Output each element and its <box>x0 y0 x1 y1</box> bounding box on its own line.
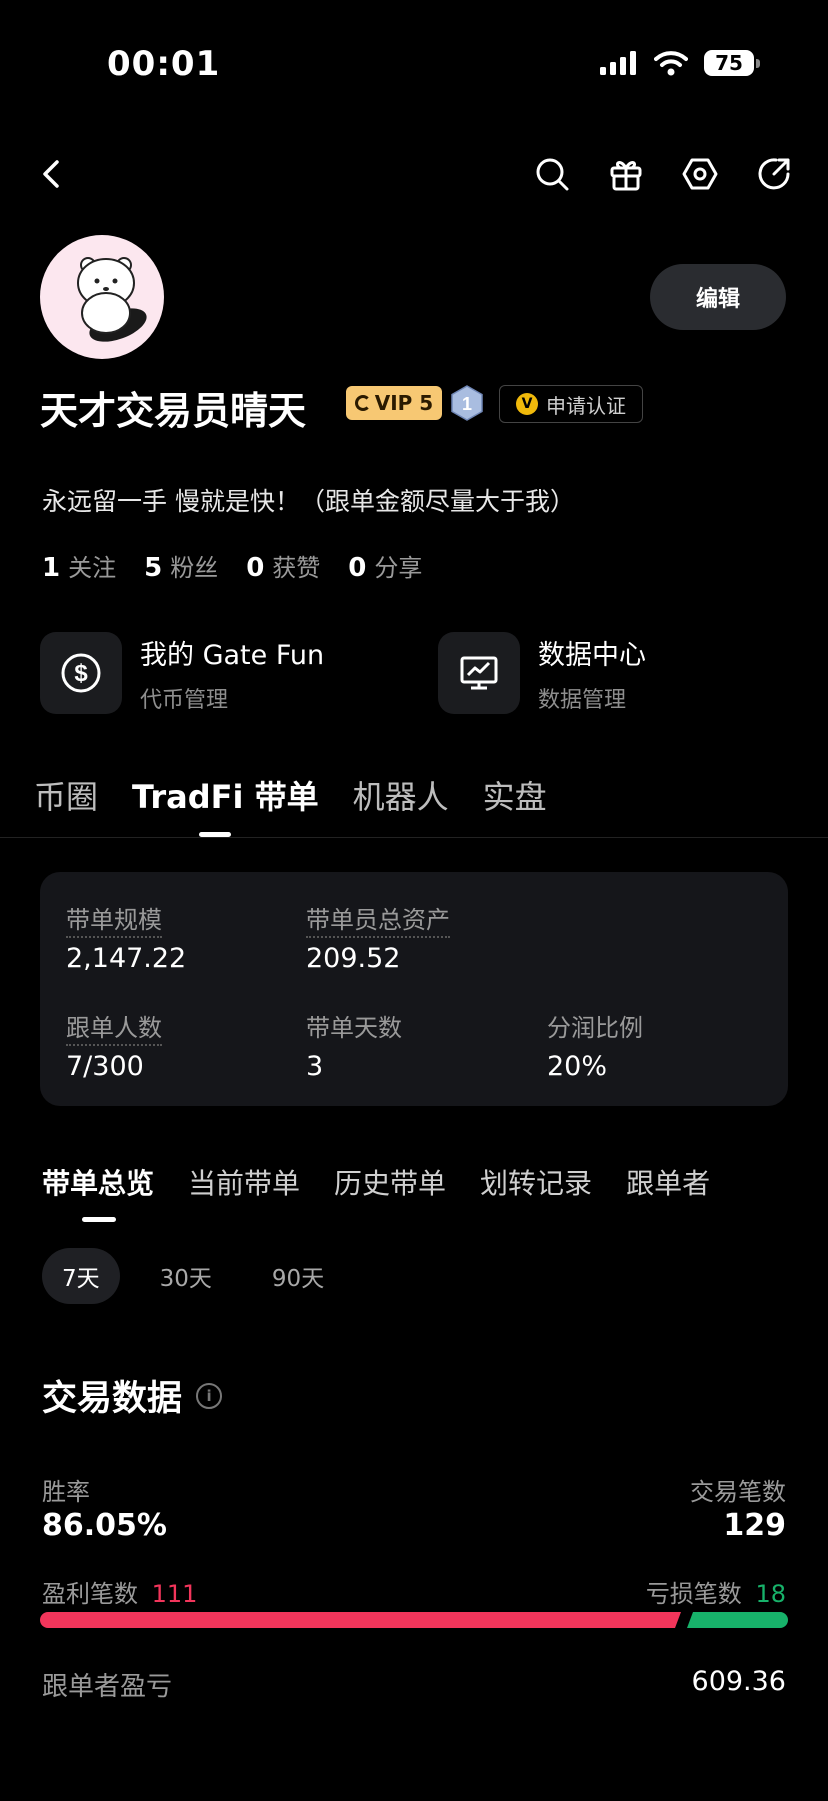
loss-trades-value: 18 <box>755 1580 786 1608</box>
avatar[interactable] <box>40 235 164 359</box>
metric-assets: 带单员总资产 209.52 <box>306 900 450 974</box>
signal-icon <box>600 51 636 75</box>
range-30d[interactable]: 30天 <box>140 1248 232 1304</box>
metric-days: 带单天数 3 <box>306 1008 402 1082</box>
edit-profile-button[interactable]: 编辑 <box>650 264 786 330</box>
level-badge[interactable]: 1 <box>450 385 484 421</box>
metric-scale-value: 2,147.22 <box>66 943 187 974</box>
metric-scale-label[interactable]: 带单规模 <box>66 906 162 938</box>
info-icon[interactable]: i <box>196 1382 223 1409</box>
range-selector: 7天 30天 90天 <box>42 1248 344 1304</box>
trade-count-label: 交易笔数 <box>690 1478 786 1506</box>
loss-trades-label: 亏损笔数 <box>645 1580 742 1608</box>
wifi-icon <box>654 51 688 76</box>
status-time: 00:01 <box>107 44 221 84</box>
data-center-subtitle: 数据管理 <box>538 687 627 713</box>
stat-likes: 0 获赞 <box>246 553 321 583</box>
profit-trades-value: 111 <box>151 1580 198 1608</box>
battery-indicator: 75 <box>704 50 760 76</box>
trade-data-heading: 交易数据 <box>42 1379 183 1419</box>
gate-logo-icon <box>354 395 371 411</box>
profit-trades-label: 盈利笔数 <box>42 1580 138 1608</box>
vip-badge[interactable]: VIP 5 <box>346 386 442 420</box>
verify-label: 申请认证 <box>546 393 626 418</box>
win-rate-label: 胜率 <box>42 1478 90 1506</box>
metric-profit-share-value: 20% <box>547 1051 608 1082</box>
stat-followers[interactable]: 5 粉丝 <box>144 548 218 583</box>
tab-followers[interactable]: 跟单者 <box>626 1162 710 1202</box>
metric-assets-label[interactable]: 带单员总资产 <box>306 906 450 938</box>
chart-monitor-icon <box>438 632 520 714</box>
follower-pnl-label: 跟单者盈亏 <box>42 1672 173 1702</box>
share-icon[interactable] <box>754 154 794 194</box>
tab-history[interactable]: 历史带单 <box>334 1162 446 1202</box>
follower-pnl-value: 609.36 <box>691 1666 786 1697</box>
metric-days-value: 3 <box>306 1051 324 1082</box>
copy-trading-summary-card: 带单规模 2,147.22 带单员总资产 209.52 跟单人数 7/300 带… <box>40 872 788 1106</box>
back-icon[interactable] <box>32 154 72 194</box>
metric-followers-label[interactable]: 跟单人数 <box>66 1014 162 1046</box>
trade-data-title: 交易数据 i <box>42 1370 223 1421</box>
win-loss-bar <box>40 1612 788 1628</box>
metric-days-label: 带单天数 <box>306 1014 402 1042</box>
status-icons: 75 <box>600 50 760 76</box>
stat-following[interactable]: 1 关注 <box>42 548 116 583</box>
metric-assets-value: 209.52 <box>306 943 401 974</box>
vip-label: VIP 5 <box>374 391 434 415</box>
trade-count-value: 129 <box>723 1508 786 1543</box>
tab-overview[interactable]: 带单总览 <box>42 1162 154 1202</box>
stat-shares: 0 分享 <box>348 553 423 583</box>
svg-text:$: $ <box>74 660 88 687</box>
sub-tab-indicator <box>82 1217 116 1222</box>
loss-trades: 亏损笔数 18 <box>646 1574 786 1609</box>
loss-bar <box>687 1612 788 1628</box>
apply-verification-button[interactable]: V 申请认证 <box>499 385 643 423</box>
gift-icon[interactable] <box>606 154 646 194</box>
profile-name: 天才交易员晴天 <box>40 389 307 433</box>
profit-trades: 盈利笔数 111 <box>42 1574 197 1609</box>
gate-fun-title: 我的 Gate Fun <box>140 639 325 671</box>
profile-stats: 1 关注 5 粉丝 0 获赞 0 分享 <box>42 548 422 583</box>
level-number: 1 <box>462 394 472 414</box>
data-center-title: 数据中心 <box>538 639 646 671</box>
data-center-entry[interactable]: 数据中心 数据管理 <box>438 632 646 714</box>
verified-icon: V <box>516 393 538 415</box>
main-tabs: 币圈 TradFi 带单 机器人 实盘 <box>34 772 547 818</box>
metric-profit-share: 分润比例 20% <box>547 1008 643 1082</box>
dollar-coin-icon: $ <box>40 632 122 714</box>
metric-profit-share-label: 分润比例 <box>547 1014 643 1042</box>
tab-crypto[interactable]: 币圈 <box>34 772 98 818</box>
range-90d[interactable]: 90天 <box>252 1248 344 1304</box>
tab-transfers[interactable]: 划转记录 <box>480 1162 592 1202</box>
metric-followers: 跟单人数 7/300 <box>66 1008 162 1082</box>
gate-fun-subtitle: 代币管理 <box>140 687 229 713</box>
win-rate-value: 86.05% <box>42 1508 167 1543</box>
gate-fun-entry[interactable]: $ 我的 Gate Fun 代币管理 <box>40 632 324 714</box>
metric-followers-value: 7/300 <box>66 1051 144 1082</box>
range-7d[interactable]: 7天 <box>42 1248 120 1304</box>
metric-scale: 带单规模 2,147.22 <box>66 900 186 974</box>
tabs-divider <box>0 837 828 838</box>
search-icon[interactable] <box>532 154 572 194</box>
tab-tradfi-copy[interactable]: TradFi 带单 <box>132 772 319 818</box>
tab-bots[interactable]: 机器人 <box>353 772 449 818</box>
profit-bar <box>40 1612 681 1628</box>
settings-icon[interactable] <box>680 154 720 194</box>
tab-current[interactable]: 当前带单 <box>188 1162 300 1202</box>
profile-bio: 永远留一手 慢就是快！（跟单金额尽量大于我） <box>42 487 575 516</box>
sub-tabs: 带单总览 当前带单 历史带单 划转记录 跟单者 <box>42 1162 710 1202</box>
tab-live[interactable]: 实盘 <box>483 772 547 818</box>
